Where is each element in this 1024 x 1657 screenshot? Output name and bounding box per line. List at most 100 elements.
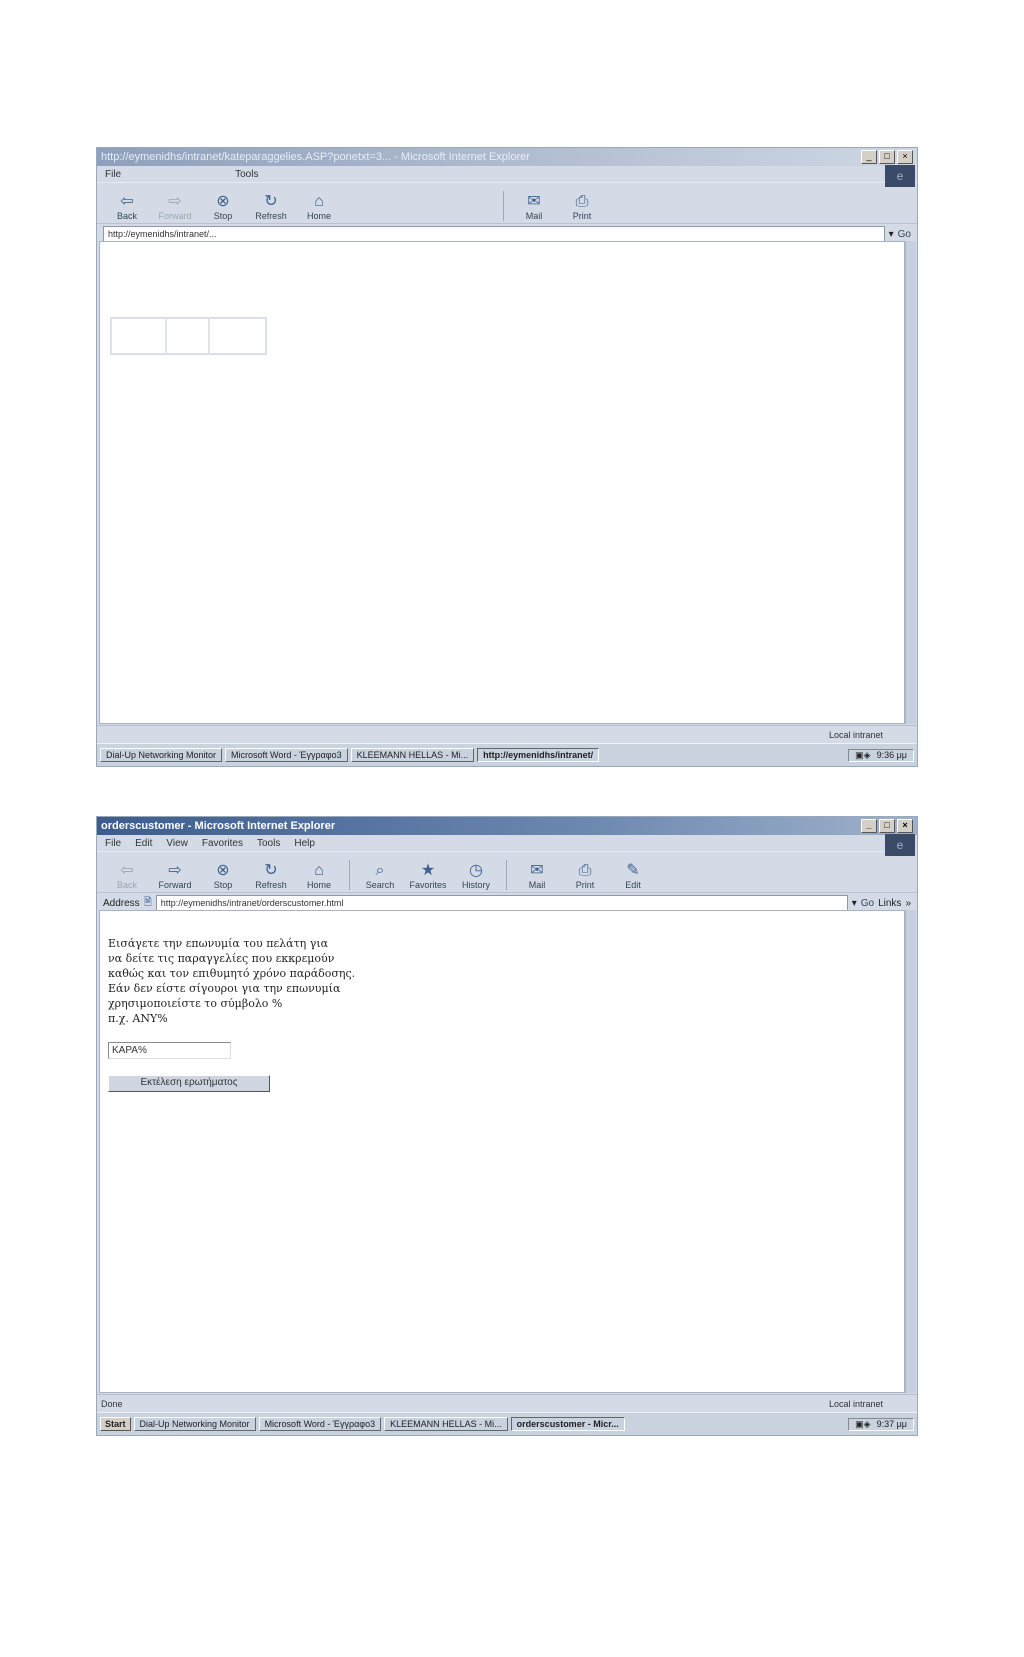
refresh-button[interactable]: ↻ Refresh (249, 862, 293, 890)
address-dropdown-icon[interactable]: ▾ (852, 898, 857, 909)
refresh-button[interactable]: ↻ Refresh (249, 193, 293, 221)
table-cell (166, 318, 209, 354)
search-form: Εισάγετε την επωνυμία του πελάτη για να … (108, 936, 355, 1092)
system-tray: ▣◈ 9:37 μμ (848, 1417, 914, 1431)
vertical-scrollbar[interactable] (905, 910, 916, 1393)
edit-button[interactable]: ✎ Edit (611, 862, 655, 890)
favorites-button[interactable]: ★ Favorites (406, 862, 450, 890)
menu-edit[interactable]: Edit (135, 838, 152, 849)
menu-tools[interactable]: Tools (257, 838, 280, 849)
page-viewport: Εισάγετε την επωνυμία του πελάτη για να … (99, 910, 905, 1393)
search-button[interactable]: ⌕ Search (358, 862, 402, 890)
run-query-button[interactable]: Εκτέλεση ερωτήματος (108, 1075, 270, 1092)
menu-tools[interactable]: Tools (235, 169, 258, 180)
menu-file[interactable]: File (105, 169, 121, 180)
tray-icons[interactable]: ▣◈ (855, 1419, 870, 1430)
toolbar-separator (349, 860, 350, 890)
forward-arrow-icon: ⇨ (168, 862, 182, 879)
back-arrow-icon: ⇦ (120, 193, 134, 210)
close-button[interactable]: × (897, 150, 913, 164)
table-cell (111, 318, 166, 354)
menu-help[interactable]: Help (294, 838, 315, 849)
standard-toolbar: ⇦ Back ⇨ Forward ⊗ Stop ↻ Refresh ⌂ Home ✉ Mai… (97, 182, 917, 224)
forward-arrow-icon: ⇨ (168, 193, 182, 210)
stop-button[interactable]: ⊗ Stop (201, 862, 245, 890)
clock: 9:37 μμ (876, 1418, 907, 1429)
forward-button[interactable]: ⇨ Forward (153, 193, 197, 221)
home-icon: ⌂ (314, 193, 324, 210)
title-bar[interactable]: http://eymenidhs/intranet/kateparaggelie… (97, 148, 917, 166)
address-label: Address (103, 897, 140, 909)
clock: 9:36 μμ (876, 749, 907, 760)
title-bar[interactable]: orderscustomer - Microsoft Internet Expl… (97, 817, 917, 835)
standard-toolbar: ⇦ Back ⇨ Forward ⊗ Stop ↻ Refresh ⌂ Home ⌕ Sea… (97, 851, 917, 893)
chevron-right-icon[interactable]: » (905, 898, 911, 909)
security-zone: Local intranet (828, 730, 883, 740)
taskbar-item-kleemann[interactable]: KLEEMANN HELLAS - Mi... (384, 1417, 508, 1431)
taskbar-item-dialup[interactable]: Dial-Up Networking Monitor (100, 748, 223, 762)
instruction-line: χρησιμοποιείστε το σύμβολο % (108, 997, 283, 1010)
instruction-line: Εάν δεν είστε σίγουροι για την επωνυμία (108, 982, 341, 995)
instruction-line: καθώς και τον επιθυμητό χρόνο παράδοσης. (108, 967, 356, 980)
forward-button[interactable]: ⇨ Forward (153, 862, 197, 890)
menu-file[interactable]: File (105, 838, 121, 849)
page-viewport (99, 241, 905, 724)
mail-icon: ✉ (527, 193, 541, 210)
edit-icon: ✎ (626, 862, 640, 879)
maximize-button[interactable]: □ (879, 150, 895, 164)
status-bar: Done Local intranet (97, 1394, 917, 1413)
toolbar-separator (506, 860, 507, 890)
taskbar-item-word[interactable]: Microsoft Word - Έγγραφο3 (225, 748, 348, 762)
back-button[interactable]: ⇦ Back (105, 193, 149, 221)
mail-button[interactable]: ✉ Mail (512, 193, 556, 221)
print-button[interactable]: ⎙ Print (563, 862, 607, 890)
menu-bar: File Edit View Favorites Tools Help e (97, 834, 917, 856)
status-bar: Local intranet (97, 725, 917, 744)
back-button[interactable]: ⇦ Back (105, 862, 149, 890)
taskbar: Start Dial-Up Networking Monitor Microso… (97, 1412, 917, 1435)
security-zone: Local intranet (828, 1399, 883, 1409)
tray-icons[interactable]: ▣◈ (855, 750, 870, 761)
links-button[interactable]: Links (878, 898, 901, 909)
menu-favorites[interactable]: Favorites (202, 838, 243, 849)
mail-button[interactable]: ✉ Mail (515, 862, 559, 890)
maximize-button[interactable]: □ (879, 819, 895, 833)
address-input[interactable]: http://eymenidhs/intranet/orderscustomer… (155, 895, 848, 911)
print-button[interactable]: ⎙ Print (560, 193, 604, 221)
instruction-line: να δείτε τις παραγγελίες που εκκρεμούν (108, 952, 335, 965)
menu-view[interactable]: View (166, 838, 188, 849)
address-dropdown-icon[interactable]: ▾ (889, 229, 894, 240)
print-icon: ⎙ (578, 862, 592, 879)
go-button[interactable]: Go (861, 898, 874, 909)
minimize-button[interactable]: _ (861, 819, 877, 833)
window-title: orderscustomer - Microsoft Internet Expl… (101, 820, 336, 832)
taskbar-item-ie[interactable]: http://eymenidhs/intranet/ (477, 748, 600, 762)
home-button[interactable]: ⌂ Home (297, 862, 341, 890)
taskbar-item-orderscustomer[interactable]: orderscustomer - Micr... (510, 1417, 625, 1431)
table-cell (209, 318, 266, 354)
vertical-scrollbar[interactable] (905, 241, 916, 724)
refresh-icon: ↻ (264, 862, 278, 879)
stop-icon: ⊗ (216, 193, 230, 210)
search-icon: ⌕ (375, 862, 385, 879)
stop-icon: ⊗ (216, 862, 230, 879)
status-text: Done (101, 1399, 123, 1409)
start-button[interactable]: Start (100, 1417, 131, 1431)
taskbar-item-dialup[interactable]: Dial-Up Networking Monitor (133, 1417, 256, 1431)
taskbar: Dial-Up Networking Monitor Microsoft Wor… (97, 743, 917, 766)
back-arrow-icon: ⇦ (120, 862, 134, 879)
home-button[interactable]: ⌂ Home (297, 193, 341, 221)
refresh-icon: ↻ (264, 193, 278, 210)
browser-window-kateparaggelies: http://eymenidhs/intranet/kateparaggelie… (96, 147, 918, 767)
close-button[interactable]: × (897, 819, 913, 833)
go-button[interactable]: Go (898, 229, 911, 240)
history-button[interactable]: ◷ History (454, 862, 498, 890)
taskbar-item-word[interactable]: Microsoft Word - Έγγραφο3 (258, 1417, 382, 1431)
ie-logo-icon: e (885, 834, 915, 856)
minimize-button[interactable]: _ (861, 150, 877, 164)
customer-name-input[interactable]: KAPA% (108, 1042, 231, 1059)
taskbar-item-kleemann[interactable]: KLEEMANN HELLAS - Mi... (350, 748, 475, 762)
address-input[interactable]: http://eymenidhs/intranet/... (103, 226, 885, 242)
stop-button[interactable]: ⊗ Stop (201, 193, 245, 221)
ie-logo-icon: e (885, 165, 915, 187)
